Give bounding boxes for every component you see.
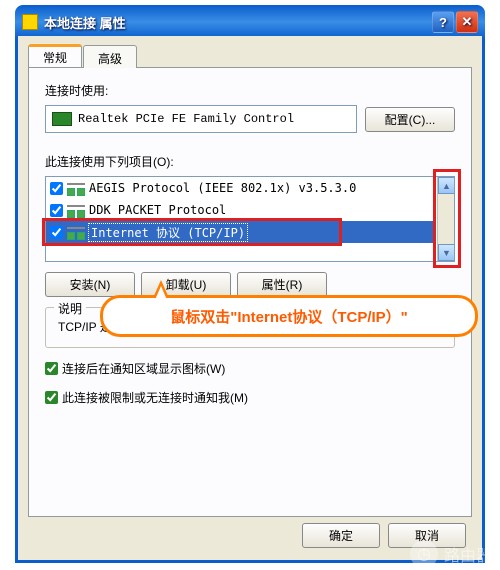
window-title: 本地连接 属性 <box>44 13 430 32</box>
show-icon-label: 连接后在通知区域显示图标(W) <box>62 360 225 377</box>
item-label: Internet 协议 (TCP/IP) <box>89 224 247 241</box>
scroll-down-button[interactable]: ▼ <box>438 244 455 261</box>
ok-button[interactable]: 确定 <box>302 523 380 548</box>
tab-advanced[interactable]: 高级 <box>83 45 137 68</box>
watermark-text: 路由器 <box>444 542 492 566</box>
item-checkbox[interactable] <box>50 204 63 217</box>
list-item-selected[interactable]: Internet 协议 (TCP/IP) <box>46 221 436 243</box>
protocol-icon <box>67 183 85 193</box>
item-checkbox[interactable] <box>50 182 63 195</box>
tab-panel-general: 连接时使用: Realtek PCIe FE Family Control 配置… <box>28 67 472 517</box>
list-item[interactable]: DDK PACKET Protocol <box>46 199 436 221</box>
notify-checkbox[interactable] <box>45 391 58 404</box>
annotation-callout: 鼠标双击"Internet协议（TCP/IP）" <box>100 295 478 337</box>
items-label: 此连接使用下列项目(O): <box>45 153 455 170</box>
item-checkbox[interactable] <box>50 226 63 239</box>
item-label: AEGIS Protocol (IEEE 802.1x) v3.5.3.0 <box>89 181 356 195</box>
connect-using-label: 连接时使用: <box>45 82 455 99</box>
connection-items-listbox[interactable]: AEGIS Protocol (IEEE 802.1x) v3.5.3.0 DD… <box>45 176 455 262</box>
close-button[interactable]: ✕ <box>456 11 478 33</box>
properties-button[interactable]: 属性(R) <box>237 272 327 297</box>
notify-label: 此连接被限制或无连接时通知我(M) <box>62 389 248 406</box>
configure-button[interactable]: 配置(C)... <box>365 107 455 132</box>
scrollbar[interactable]: ▲ ▼ <box>437 177 454 261</box>
scroll-up-button[interactable]: ▲ <box>438 177 455 194</box>
titlebar[interactable]: 本地连接 属性 ? ✕ <box>18 8 482 36</box>
window-icon <box>22 14 38 30</box>
item-label: DDK PACKET Protocol <box>89 203 226 217</box>
adapter-name: Realtek PCIe FE Family Control <box>78 112 294 126</box>
show-icon-checkbox[interactable] <box>45 362 58 375</box>
properties-dialog: 本地连接 属性 ? ✕ 常规 高级 连接时使用: Realtek PCIe FE… <box>15 5 485 563</box>
adapter-field: Realtek PCIe FE Family Control <box>45 105 357 133</box>
install-button[interactable]: 安装(N) <box>45 272 135 297</box>
protocol-icon <box>67 205 85 215</box>
watermark-icon: ◷ <box>410 540 438 568</box>
tab-general[interactable]: 常规 <box>28 44 82 67</box>
list-item[interactable]: AEGIS Protocol (IEEE 802.1x) v3.5.3.0 <box>46 177 436 199</box>
description-legend: 说明 <box>54 300 86 317</box>
watermark: ◷ 路由器 <box>410 540 492 568</box>
help-button[interactable]: ? <box>432 11 454 33</box>
callout-text: 鼠标双击"Internet协议（TCP/IP）" <box>170 306 408 327</box>
tabstrip: 常规 高级 <box>28 44 472 68</box>
nic-icon <box>52 112 72 126</box>
protocol-icon <box>67 227 85 237</box>
